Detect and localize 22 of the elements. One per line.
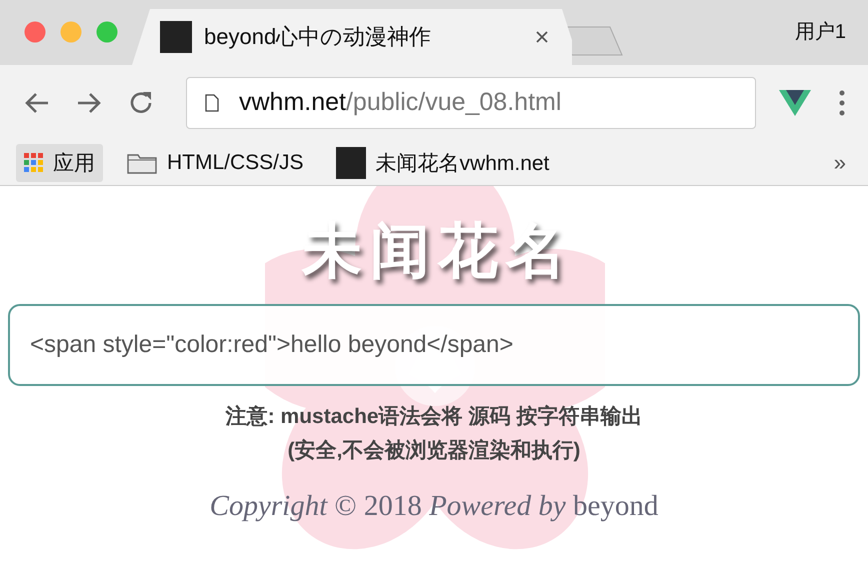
profile-name[interactable]: 用户1 — [794, 18, 846, 45]
output-box: <span style="color:red">hello beyond</span> — [8, 304, 860, 386]
footer-text: Copyright © 2018 Powered by beyond — [210, 490, 658, 523]
address-bar[interactable]: vwhm.net/public/vue_08.html — [186, 76, 756, 128]
apps-grid-icon — [24, 153, 43, 172]
page-icon — [205, 94, 219, 112]
page-heading: 未闻花名 — [301, 216, 575, 288]
v-logo-icon[interactable] — [778, 88, 812, 116]
browser-tab[interactable]: beyond心中の动漫神作 — [132, 9, 572, 65]
close-icon[interactable] — [536, 31, 548, 43]
favicon-icon — [336, 146, 366, 178]
note-text: 注意: mustache语法会将 源码 按字符串输出 — [226, 404, 642, 430]
folder-icon — [127, 152, 157, 174]
bookmark-item[interactable]: 未闻花名vwhm.net — [328, 144, 558, 182]
note-text: (安全,不会被浏览器渲染和执行) — [288, 438, 580, 464]
more-bookmarks-button[interactable]: » — [834, 150, 852, 176]
bookmark-item[interactable]: HTML/CSS/JS — [119, 144, 312, 182]
menu-icon[interactable] — [838, 88, 846, 116]
favicon-icon — [160, 21, 192, 53]
bookmark-item[interactable]: 应用 — [16, 144, 103, 182]
url-text: vwhm.net/public/vue_08.html — [239, 88, 562, 117]
tab-title: beyond心中の动漫神作 — [204, 23, 432, 51]
